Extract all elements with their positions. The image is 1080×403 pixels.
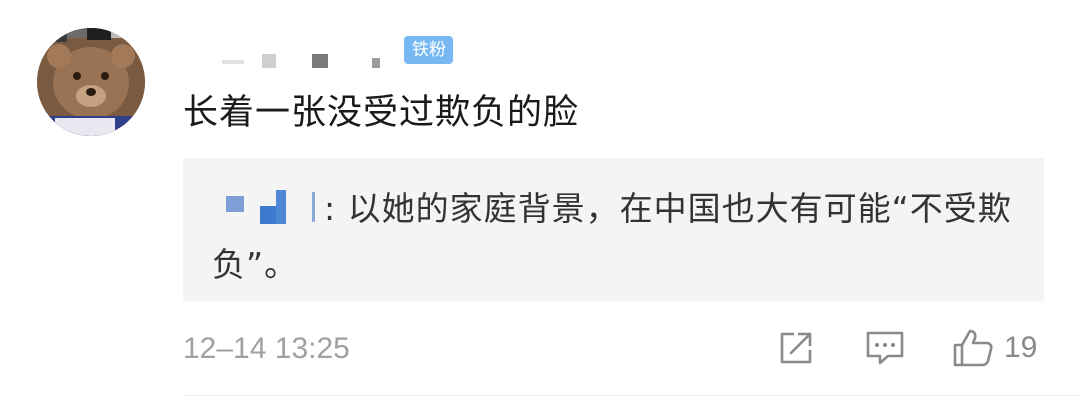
reply-button[interactable] (865, 327, 905, 369)
share-icon (780, 332, 812, 364)
like-button[interactable]: 19 (952, 327, 1037, 369)
comment-card: 铁粉 长着一张没受过欺负的脸 : 以她的家庭背景，在中国也大有可能“不受欺负”。… (0, 0, 1080, 403)
comment-icon (866, 331, 904, 365)
avatar[interactable] (37, 28, 145, 136)
teddy-bear-avatar-image (37, 28, 145, 136)
like-count: 19 (1004, 331, 1038, 364)
reply-text: : 以她的家庭背景，在中国也大有可能“不受欺负”。 (212, 189, 1012, 284)
comment-text: 长着一张没受过欺负的脸 (183, 93, 580, 133)
divider (183, 395, 1080, 396)
share-button[interactable] (777, 327, 815, 369)
comment-timestamp: 12–14 13:25 (183, 332, 350, 365)
fan-badge: 铁粉 (404, 36, 453, 64)
thumbs-up-icon (953, 329, 993, 367)
